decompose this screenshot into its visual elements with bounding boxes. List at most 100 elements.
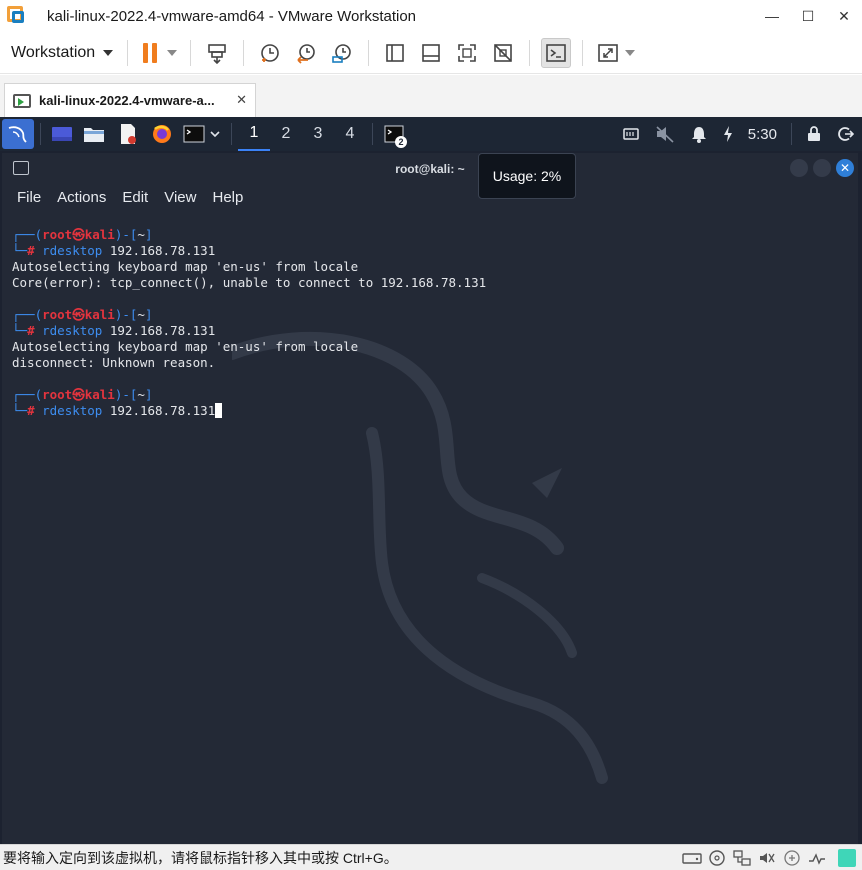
- snapshot-button[interactable]: [255, 38, 285, 68]
- vm-tab[interactable]: kali-linux-2022.4-vmware-a... ✕: [4, 83, 256, 117]
- cd-dvd-icon[interactable]: [706, 848, 728, 868]
- close-button[interactable]: ✕: [826, 0, 862, 32]
- prompt-frame: ┌──(: [12, 387, 43, 402]
- prompt-frame: ┌──(: [12, 227, 43, 242]
- show-library-button[interactable]: [380, 38, 410, 68]
- terminal-window-icon: [13, 161, 29, 175]
- volume-tray-button[interactable]: [648, 117, 682, 151]
- pause-icon: [143, 42, 149, 63]
- prompt-frame: )-[: [114, 227, 138, 242]
- terminal-close-button[interactable]: ✕: [836, 159, 854, 177]
- usb-device-icon[interactable]: [781, 848, 803, 868]
- terminal-window[interactable]: root@kali: ~ ✕ File Actions Edit View He…: [2, 153, 858, 844]
- usage-tooltip: Usage: 2%: [478, 153, 576, 199]
- terminal-launcher[interactable]: [179, 117, 225, 151]
- sidebar-layout-icon: [386, 43, 404, 62]
- vmware-app-icon: [7, 6, 27, 26]
- output-line: disconnect: Unknown reason.: [12, 355, 216, 370]
- prompt-user-host: root㉿kali: [42, 227, 115, 242]
- network-tray-button[interactable]: [614, 117, 648, 151]
- thumbnail-bar-button[interactable]: [416, 38, 446, 68]
- revert-snapshot-button[interactable]: [291, 38, 321, 68]
- workstation-menu-label: Workstation: [11, 43, 96, 61]
- panel-clock[interactable]: 5:30: [748, 126, 777, 143]
- logout-button[interactable]: [830, 117, 862, 151]
- terminal-titlebar[interactable]: root@kali: ~ ✕: [2, 153, 858, 184]
- stretch-icon: [598, 43, 618, 62]
- command-line: └─# rdesktop 192.168.78.131: [12, 323, 852, 339]
- file-manager-launcher[interactable]: [77, 117, 111, 151]
- bottom-panel-icon: [422, 43, 440, 62]
- workspace-2[interactable]: 2: [270, 117, 302, 151]
- workspace-4[interactable]: 4: [334, 117, 366, 151]
- menu-edit[interactable]: Edit: [122, 189, 148, 206]
- workstation-menu[interactable]: Workstation: [11, 43, 114, 62]
- sound-card-icon[interactable]: [756, 848, 778, 868]
- network-icon: [623, 128, 639, 140]
- pause-button[interactable]: [139, 38, 179, 68]
- terminal-icon: [183, 125, 205, 143]
- notifications-tray-button[interactable]: [682, 117, 716, 151]
- toolbar-divider: [243, 39, 245, 66]
- kali-menu-button[interactable]: [2, 119, 34, 149]
- unity-button[interactable]: [488, 38, 518, 68]
- vm-tab-strip: kali-linux-2022.4-vmware-a... ✕: [0, 75, 862, 117]
- tab-close-icon[interactable]: ✕: [236, 92, 247, 108]
- pause-icon-bar: [152, 42, 158, 63]
- toolbar-divider: [190, 39, 192, 66]
- workspace-3[interactable]: 3: [302, 117, 334, 151]
- hard-disk-icon[interactable]: [681, 848, 703, 868]
- text-cursor: [215, 403, 223, 418]
- full-screen-button[interactable]: [452, 38, 482, 68]
- terminal-minimize-button[interactable]: [790, 159, 808, 177]
- firefox-launcher[interactable]: [145, 117, 179, 151]
- minimize-button[interactable]: —: [754, 0, 790, 32]
- folder-icon: [84, 128, 104, 142]
- power-tray-button[interactable]: [716, 117, 740, 151]
- toolbar-divider: [368, 39, 370, 66]
- terminal-output[interactable]: ┌──(root㉿kali)-[~] └─# rdesktop 192.168.7…: [12, 227, 852, 419]
- prompt-user-host: root㉿kali: [42, 387, 115, 402]
- maximize-button[interactable]: ☐: [790, 0, 826, 32]
- menu-actions[interactable]: Actions: [57, 189, 106, 206]
- menu-file[interactable]: File: [17, 189, 41, 206]
- prompt-line: ┌──(root㉿kali)-[~]: [12, 227, 852, 243]
- snapshot-manager-button[interactable]: [327, 38, 357, 68]
- prompt-hash: #: [27, 243, 43, 258]
- terminal-maximize-button[interactable]: [813, 159, 831, 177]
- text-editor-launcher[interactable]: [111, 117, 145, 151]
- prompt-line: ┌──(root㉿kali)-[~]: [12, 307, 852, 323]
- unity-disabled-icon: [494, 43, 512, 62]
- prompt-frame: )-[: [114, 387, 138, 402]
- prompt-frame: ]: [144, 387, 153, 402]
- send-keys-icon: [208, 43, 226, 64]
- show-desktop-button[interactable]: [47, 117, 77, 151]
- command-args: 192.168.78.131: [102, 403, 216, 418]
- output-line: Autoselecting keyboard map 'en-us' from …: [12, 339, 359, 354]
- terminal-title: root@kali: ~: [395, 161, 465, 176]
- taskbar-terminal-button[interactable]: 2: [379, 117, 409, 151]
- lock-icon: [808, 126, 820, 141]
- workspace-1[interactable]: 1: [238, 117, 270, 151]
- prompt-frame: ]: [144, 307, 153, 322]
- stretch-view-button[interactable]: [594, 38, 638, 68]
- network-adapter-icon[interactable]: [731, 848, 753, 868]
- window-titlebar: kali-linux-2022.4-vmware-amd64 - VMware …: [0, 0, 862, 32]
- menu-view[interactable]: View: [164, 189, 196, 206]
- prompt-hash: #: [27, 323, 43, 338]
- menu-help[interactable]: Help: [212, 189, 243, 206]
- message-log-icon[interactable]: [838, 849, 856, 867]
- prompt-frame: ┌──(: [12, 307, 43, 322]
- command-name: rdesktop: [42, 323, 103, 338]
- logout-icon: [838, 127, 854, 141]
- console-view-button[interactable]: [541, 37, 572, 68]
- display-icon[interactable]: [806, 848, 828, 868]
- command-line: └─# rdesktop 192.168.78.131: [12, 403, 852, 419]
- prompt-line: ┌──(root㉿kali)-[~]: [12, 387, 852, 403]
- send-ctrl-alt-del-button[interactable]: [202, 38, 232, 68]
- terminal-window-controls: ✕: [785, 159, 854, 177]
- lock-screen-button[interactable]: [798, 117, 830, 151]
- chevron-down-icon: [167, 49, 178, 56]
- toolbar-divider: [582, 39, 584, 66]
